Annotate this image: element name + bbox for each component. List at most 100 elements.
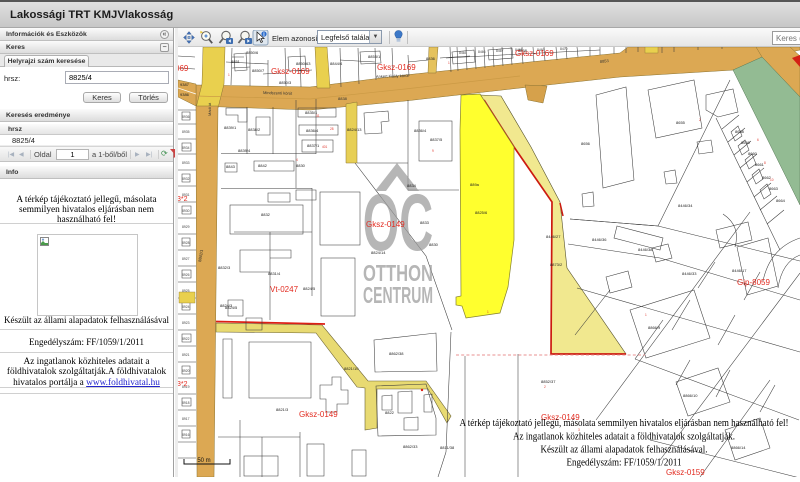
svg-text:8842: 8842: [258, 163, 268, 168]
svg-text:Gksz-0169: Gksz-0169: [271, 67, 310, 76]
svg-text:8926: 8926: [182, 273, 190, 277]
svg-text:8853/1: 8853/1: [368, 54, 381, 59]
svg-text:8837/5: 8837/5: [430, 137, 443, 142]
svg-text:8935: 8935: [182, 130, 190, 134]
svg-text:50 m: 50 m: [197, 458, 210, 464]
svg-text:8838/2: 8838/2: [248, 127, 261, 132]
svg-text:8446/27: 8446/27: [546, 234, 561, 239]
svg-text:8824/14: 8824/14: [371, 250, 386, 255]
svg-text:10: 10: [770, 178, 774, 182]
svg-text:Vt-0247: Vt-0247: [270, 285, 299, 294]
svg-text:Készült az állami alapadatok f: Készült az állami alapadatok felhasználá…: [541, 445, 708, 456]
svg-text:8844/4: 8844/4: [330, 61, 343, 66]
svg-text:8663: 8663: [769, 186, 779, 191]
svg-text:8838: 8838: [338, 96, 348, 101]
svg-text:8927: 8927: [182, 257, 190, 261]
svg-text:8866/9: 8866/9: [648, 325, 661, 330]
svg-text:8830: 8830: [429, 242, 439, 247]
svg-text:8660: 8660: [748, 151, 758, 156]
svg-text:31: 31: [316, 114, 320, 118]
svg-text:1: 1: [645, 313, 647, 317]
svg-text:8822: 8822: [385, 410, 395, 415]
svg-text:8837/1: 8837/1: [307, 143, 320, 148]
svg-text:8930: 8930: [182, 209, 190, 213]
svg-text:Gip-8059: Gip-8059: [737, 278, 770, 287]
svg-text:8824/13: 8824/13: [347, 127, 362, 132]
svg-text:2: 2: [699, 118, 701, 122]
svg-text:8862/38: 8862/38: [389, 351, 404, 356]
svg-text:8843: 8843: [226, 164, 236, 169]
svg-text:Gksz-0149: Gksz-0149: [366, 220, 405, 229]
svg-text:8923: 8923: [182, 321, 190, 325]
svg-text:6: 6: [757, 138, 759, 142]
svg-text:8836: 8836: [426, 56, 436, 61]
svg-text:069: 069: [178, 64, 189, 73]
svg-text:8446/38: 8446/38: [638, 247, 653, 252]
svg-text:8655: 8655: [676, 120, 686, 125]
svg-text:8836/4: 8836/4: [306, 128, 319, 133]
svg-text:8811/38: 8811/38: [440, 445, 455, 450]
svg-text:8850/6: 8850/6: [246, 50, 259, 55]
svg-text:8920: 8920: [182, 369, 190, 373]
svg-text:1: 1: [228, 73, 230, 77]
svg-text:8839/4: 8839/4: [238, 148, 251, 153]
svg-text:8446/34: 8446/34: [678, 203, 693, 208]
svg-text:Gksz-0169: Gksz-0169: [377, 63, 416, 72]
svg-text:8932: 8932: [182, 177, 190, 181]
svg-text:28: 28: [330, 127, 334, 131]
svg-text:8658: 8658: [735, 129, 745, 134]
svg-text:8850/7: 8850/7: [252, 68, 265, 73]
svg-text:8924: 8924: [182, 305, 190, 309]
svg-text:Az ingatlanok közhiteles adata: Az ingatlanok közhiteles adatait a földh…: [513, 432, 735, 443]
svg-text:401: 401: [322, 145, 328, 149]
svg-text:8466: 8466: [478, 50, 486, 54]
svg-text:8933: 8933: [182, 161, 190, 165]
svg-text:8918: 8918: [182, 401, 190, 405]
svg-text:8821/10: 8821/10: [344, 366, 359, 371]
svg-text:8832: 8832: [261, 212, 271, 217]
svg-text:8446/17: 8446/17: [732, 268, 747, 273]
svg-text:8: 8: [764, 161, 766, 165]
svg-text:8830: 8830: [296, 163, 306, 168]
svg-text:8446/36: 8446/36: [592, 237, 607, 242]
svg-text:3*2: 3*2: [178, 196, 188, 203]
svg-text:8832/3: 8832/3: [218, 265, 231, 270]
svg-text:4: 4: [296, 158, 298, 162]
svg-text:8866/14: 8866/14: [731, 445, 746, 450]
svg-text:8862/33: 8862/33: [403, 444, 418, 449]
svg-text:8656: 8656: [581, 141, 591, 146]
svg-text:8470: 8470: [560, 47, 568, 51]
svg-text:9386: 9386: [180, 92, 190, 97]
svg-text:889a: 889a: [470, 182, 480, 187]
svg-text:8824/5: 8824/5: [225, 305, 238, 310]
svg-text:8928: 8928: [182, 241, 190, 245]
svg-text:Engedélyszám: FF/1059/1/2011: Engedélyszám: FF/1059/1/2011: [567, 458, 682, 469]
svg-text:8850/63: 8850/63: [296, 61, 311, 66]
svg-text:1: 1: [487, 310, 489, 314]
svg-text:Mindszenti körút: Mindszenti körút: [263, 90, 293, 96]
svg-text:9: 9: [432, 149, 434, 153]
svg-text:8821/3: 8821/3: [276, 407, 289, 412]
svg-text:Gksz-0159: Gksz-0159: [666, 468, 705, 477]
svg-text:8664: 8664: [776, 198, 786, 203]
svg-text:8834: 8834: [407, 183, 417, 188]
svg-text:8824/5: 8824/5: [303, 286, 316, 291]
svg-text:8934: 8934: [182, 146, 190, 150]
svg-text:8921: 8921: [182, 353, 190, 357]
svg-text:8917: 8917: [182, 417, 190, 421]
svg-text:8873/2: 8873/2: [550, 262, 563, 267]
svg-text:9387: 9387: [180, 82, 190, 87]
svg-text:8833: 8833: [420, 220, 430, 225]
svg-text:8853: 8853: [600, 58, 610, 64]
svg-text:8925: 8925: [182, 289, 190, 293]
svg-text:2: 2: [544, 385, 546, 389]
svg-text:A térkép tájékoztató jellegű,: A térkép tájékoztató jellegű, másolata s…: [460, 418, 789, 429]
svg-text:8852/37: 8852/37: [541, 379, 556, 384]
svg-text:8836/4: 8836/4: [414, 128, 427, 133]
svg-text:8831/4: 8831/4: [268, 271, 281, 276]
svg-text:1: 1: [448, 61, 450, 65]
svg-text:Gksz-0149: Gksz-0149: [299, 410, 338, 419]
svg-text:8825/6: 8825/6: [475, 210, 488, 215]
svg-text:Gksz-0169: Gksz-0169: [515, 49, 554, 58]
svg-text:8866/10: 8866/10: [683, 393, 698, 398]
